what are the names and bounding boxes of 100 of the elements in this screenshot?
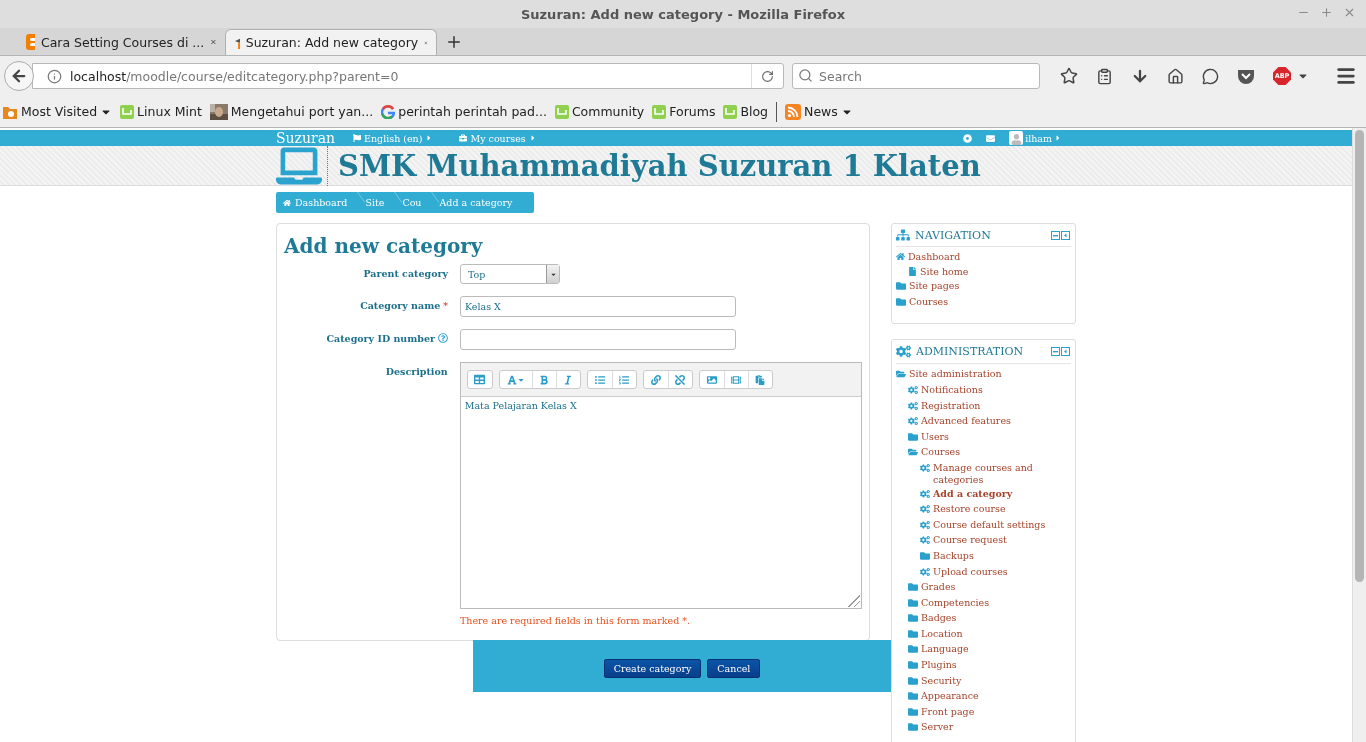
scrollbar[interactable]	[1352, 128, 1366, 742]
page-heading: Add new category	[284, 234, 484, 258]
tree-item[interactable]: Grades	[908, 581, 1071, 596]
chat-icon[interactable]	[1202, 67, 1219, 85]
tree-item[interactable]: Backups	[920, 549, 1071, 564]
tree-item[interactable]: Manage courses and categories	[920, 461, 1071, 486]
flag-icon	[353, 134, 362, 142]
tree-item[interactable]: Restore course	[920, 503, 1071, 518]
tree-item[interactable]: Users	[908, 430, 1071, 445]
numbered-list-icon	[619, 374, 630, 385]
bookmark[interactable]: Mengetahui port yan...	[209, 103, 374, 120]
tree-item[interactable]: Badges	[908, 612, 1071, 627]
bookmark[interactable]: Forums	[652, 104, 716, 119]
bookmark[interactable]: Blog	[723, 104, 769, 119]
tree-item[interactable]: Registration	[908, 399, 1071, 414]
new-tab-icon[interactable]	[445, 33, 463, 51]
folder-icon	[908, 431, 918, 442]
bookmark[interactable]: Linux Mint	[120, 104, 202, 119]
tree-item[interactable]: Server	[908, 721, 1071, 736]
back-button[interactable]	[4, 61, 34, 91]
folder-icon	[920, 550, 930, 561]
tree-item[interactable]: Course request	[920, 534, 1071, 549]
address-bar[interactable]: localhost/moodle/course/editcategory.php?parent=0	[32, 63, 784, 89]
tree-item[interactable]: Plugins	[908, 659, 1071, 674]
tree-item[interactable]: Appearance	[908, 690, 1071, 705]
mint-icon	[723, 104, 738, 119]
font-size-icon	[506, 374, 517, 385]
parent-category-select[interactable]: Top	[460, 264, 560, 284]
bookmark[interactable]: News	[785, 103, 853, 120]
bookmark[interactable]: Most Visited	[2, 103, 113, 120]
tree-item[interactable]: Courses	[908, 446, 1071, 461]
envelope-icon[interactable]	[986, 133, 996, 143]
tree-item[interactable]: Dashboard	[896, 251, 1071, 264]
clipboard-icon[interactable]	[1096, 67, 1113, 85]
maximize-icon[interactable]	[1320, 6, 1333, 19]
folder-icon	[896, 281, 906, 292]
tree-item[interactable]: Site pages	[896, 280, 1071, 295]
tree-item[interactable]: Security	[908, 674, 1071, 689]
tree-item[interactable]: Language	[908, 643, 1071, 658]
description-text: Mata Pelajaran Kelas X	[464, 400, 577, 411]
bookmark[interactable]: Community	[554, 104, 645, 119]
folder-icon	[896, 296, 906, 307]
field-label: Description	[385, 366, 448, 377]
mint-icon	[120, 104, 135, 119]
link-icon	[650, 374, 661, 385]
field-label: Parent category	[363, 268, 448, 279]
sitemap-icon	[896, 228, 910, 242]
help-icon[interactable]	[438, 333, 448, 343]
gears-icon	[908, 400, 918, 411]
form-button[interactable]: Cancel	[707, 658, 761, 678]
bold-icon	[539, 374, 550, 385]
tree-item[interactable]: Courses	[896, 295, 1071, 310]
reload-icon[interactable]	[761, 69, 774, 83]
field-label: Category ID number	[326, 333, 435, 344]
pocket-icon[interactable]	[1237, 68, 1255, 84]
tree-item[interactable]: Location	[908, 627, 1071, 642]
download-icon[interactable]	[1131, 67, 1149, 85]
gears-icon	[920, 462, 930, 473]
field-label: Category name	[360, 300, 441, 311]
search-icon	[798, 68, 813, 83]
tree-item[interactable]: Advanced features	[908, 415, 1071, 430]
gears-icon	[920, 488, 930, 499]
browser-tab[interactable]: Suzuran: Add new category	[225, 29, 437, 55]
folder-icon	[908, 691, 918, 702]
search-field[interactable]: Search	[792, 63, 1040, 89]
gears-icon	[908, 384, 918, 395]
blogger-icon	[26, 34, 35, 50]
info-icon	[47, 68, 62, 84]
tree-item[interactable]: Site administration	[896, 368, 1071, 383]
folder-icon	[908, 706, 918, 717]
dock-controls-icon	[1051, 347, 1071, 357]
tree-item[interactable]: Competencies	[908, 596, 1071, 611]
menu-icon[interactable]	[1335, 65, 1357, 87]
tree-item[interactable]: Upload courses	[920, 565, 1071, 580]
close-icon[interactable]	[1343, 6, 1356, 19]
star-icon[interactable]	[1060, 67, 1078, 85]
tree-item[interactable]: Site home	[908, 265, 1071, 279]
block-title: NAVIGATION	[915, 228, 992, 242]
folder-icon	[908, 722, 918, 733]
text-input[interactable]	[460, 329, 736, 350]
form-button[interactable]: Create category	[603, 658, 702, 678]
home-icon[interactable]	[1167, 67, 1184, 85]
home-icon	[283, 198, 291, 207]
browser-tab[interactable]: Cara Setting Courses di ...	[18, 29, 225, 55]
block-title: ADMINISTRATION	[916, 345, 1025, 359]
tree-item[interactable]: Add a category	[920, 487, 1071, 502]
bookmark[interactable]: perintah perintah pad...	[381, 104, 547, 119]
required-marker: *	[443, 300, 448, 311]
tree-item[interactable]: Notifications	[908, 383, 1071, 398]
home-icon	[896, 252, 905, 261]
description-editor[interactable]: Mata Pelajaran Kelas X	[459, 362, 862, 609]
tree-item[interactable]: Course default settings	[920, 518, 1071, 533]
avatar-icon	[1010, 134, 1022, 145]
folder-open-icon	[908, 447, 918, 458]
text-input[interactable]: Kelas X	[460, 296, 736, 317]
required-note: There are required fields in this form marked *.	[460, 615, 692, 626]
mint-icon	[554, 104, 569, 119]
film-icon	[731, 374, 742, 385]
tree-item[interactable]: Front page	[908, 705, 1071, 720]
gears-icon	[920, 566, 930, 577]
